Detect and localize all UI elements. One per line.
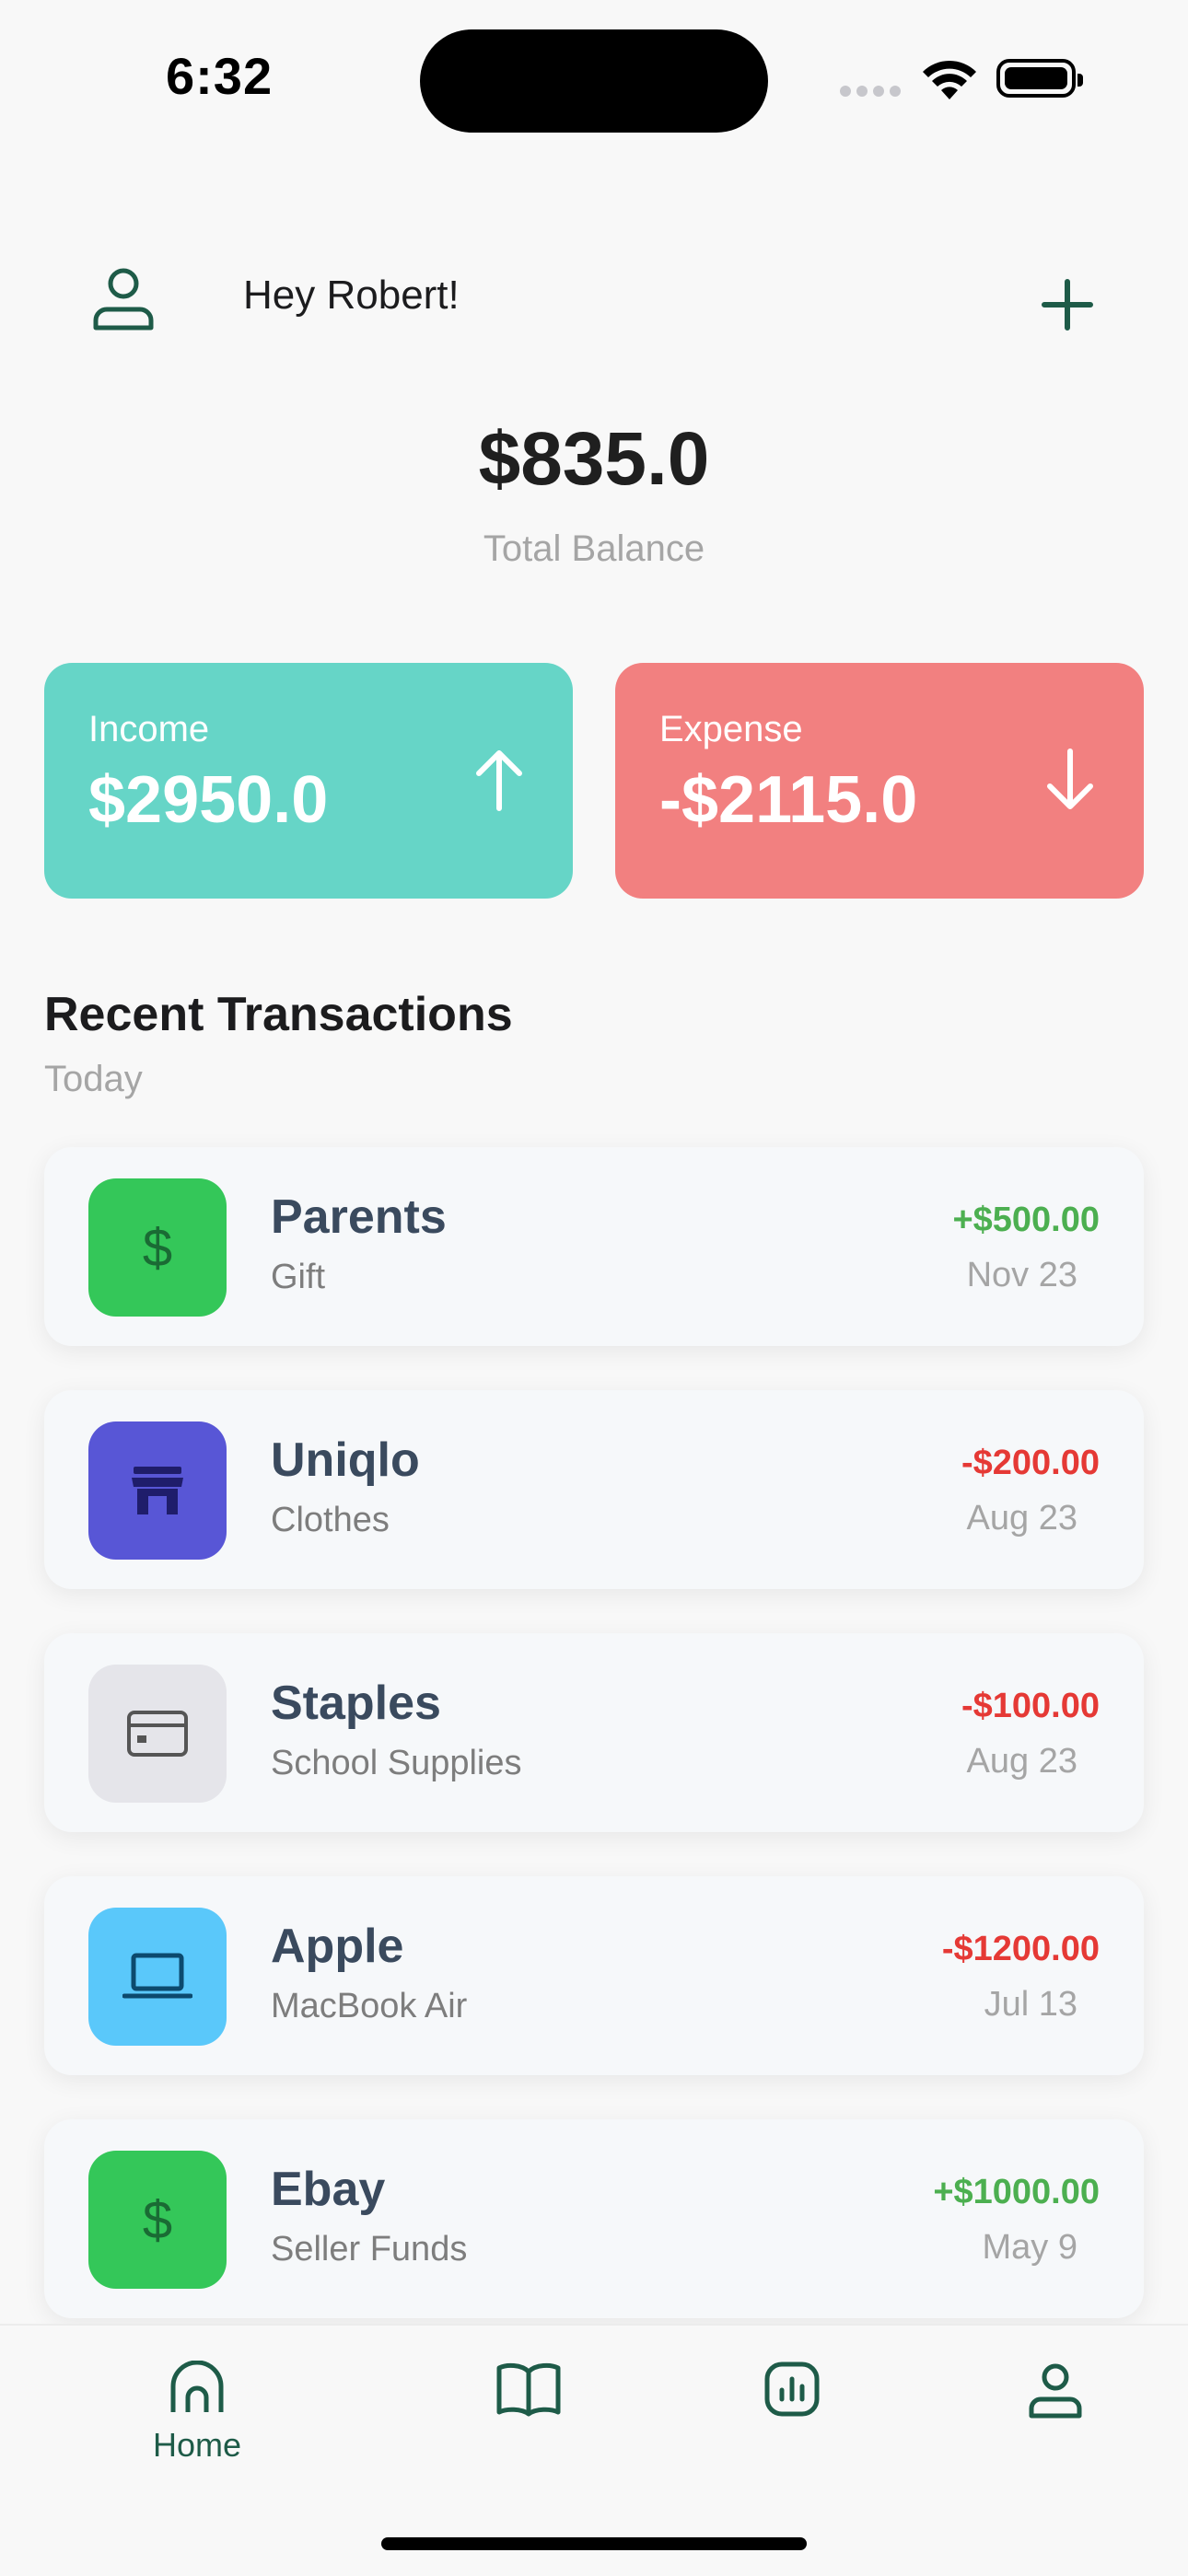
wifi-icon — [919, 57, 980, 108]
expense-label: Expense — [659, 709, 803, 749]
book-icon — [496, 2362, 561, 2417]
transaction-amount: -$200.00 — [961, 1444, 1100, 1482]
transaction-name: Ebay — [271, 2163, 386, 2216]
recent-transactions-title: Recent Transactions — [44, 988, 513, 1041]
arrow-down-icon — [1042, 748, 1098, 817]
transaction-date: Aug 23 — [966, 1742, 1077, 1781]
tab-home-label: Home — [152, 2426, 242, 2464]
laptop-icon — [88, 1908, 227, 2046]
income-label: Income — [88, 709, 210, 749]
transaction-category: Seller Funds — [271, 2230, 468, 2269]
transaction-row[interactable]: $ Ebay Seller Funds +$1000.00 May 9 — [44, 2119, 1144, 2318]
transactions-date-group: Today — [44, 1059, 143, 1099]
dollar-icon: $ — [88, 1178, 227, 1317]
add-transaction-button[interactable] — [1033, 271, 1101, 339]
status-bar: 6:32 — [0, 0, 1188, 157]
tab-learn[interactable] — [455, 2361, 602, 2422]
tab-home[interactable]: Home — [123, 2360, 271, 2465]
transaction-row[interactable]: Apple MacBook Air -$1200.00 Jul 13 — [44, 1876, 1144, 2075]
transaction-row[interactable]: Staples School Supplies -$100.00 Aug 23 — [44, 1633, 1144, 1832]
tab-profile[interactable] — [982, 2361, 1129, 2424]
total-balance-amount: $835.0 — [478, 417, 710, 501]
transaction-amount: +$500.00 — [952, 1201, 1100, 1239]
status-time: 6:32 — [166, 47, 274, 105]
home-indicator — [381, 2537, 807, 2550]
greeting-text: Hey Robert! — [243, 273, 460, 318]
income-value: $2950.0 — [88, 763, 329, 837]
dynamic-island — [420, 29, 768, 133]
transaction-category: Gift — [271, 1258, 326, 1296]
transaction-date: May 9 — [982, 2228, 1077, 2267]
transaction-date: Jul 13 — [984, 1985, 1077, 2024]
income-card[interactable]: Income $2950.0 — [44, 663, 573, 899]
expense-card[interactable]: Expense -$2115.0 — [615, 663, 1144, 899]
profile-icon[interactable] — [88, 263, 158, 338]
home-icon — [170, 2360, 224, 2412]
transaction-amount: -$100.00 — [961, 1687, 1100, 1725]
transaction-category: School Supplies — [271, 1744, 522, 1782]
transaction-row[interactable]: $ Parents Gift +$500.00 Nov 23 — [44, 1147, 1144, 1346]
transaction-date: Nov 23 — [966, 1256, 1077, 1294]
dollar-icon: $ — [88, 2151, 227, 2289]
battery-icon — [996, 59, 1083, 98]
expense-value: -$2115.0 — [659, 763, 918, 837]
arrow-up-icon — [472, 748, 527, 817]
cellular-signal-icon — [840, 85, 906, 101]
transaction-date: Aug 23 — [966, 1499, 1077, 1537]
transaction-category: MacBook Air — [271, 1987, 468, 2025]
transaction-name: Apple — [271, 1920, 404, 1973]
transaction-category: Clothes — [271, 1501, 390, 1539]
transaction-row[interactable]: Uniqlo Clothes -$200.00 Aug 23 — [44, 1390, 1144, 1589]
chart-icon — [764, 2361, 820, 2417]
total-balance-label: Total Balance — [483, 528, 705, 569]
tab-stats[interactable] — [718, 2361, 866, 2422]
transaction-amount: +$1000.00 — [933, 2173, 1100, 2211]
transaction-name: Uniqlo — [271, 1433, 420, 1487]
transaction-amount: -$1200.00 — [941, 1930, 1100, 1968]
credit-card-icon — [88, 1665, 227, 1803]
transaction-name: Parents — [271, 1190, 447, 1244]
plus-icon — [1042, 279, 1093, 331]
store-icon — [88, 1421, 227, 1560]
transaction-name: Staples — [271, 1677, 441, 1730]
profile-icon — [1029, 2363, 1082, 2419]
